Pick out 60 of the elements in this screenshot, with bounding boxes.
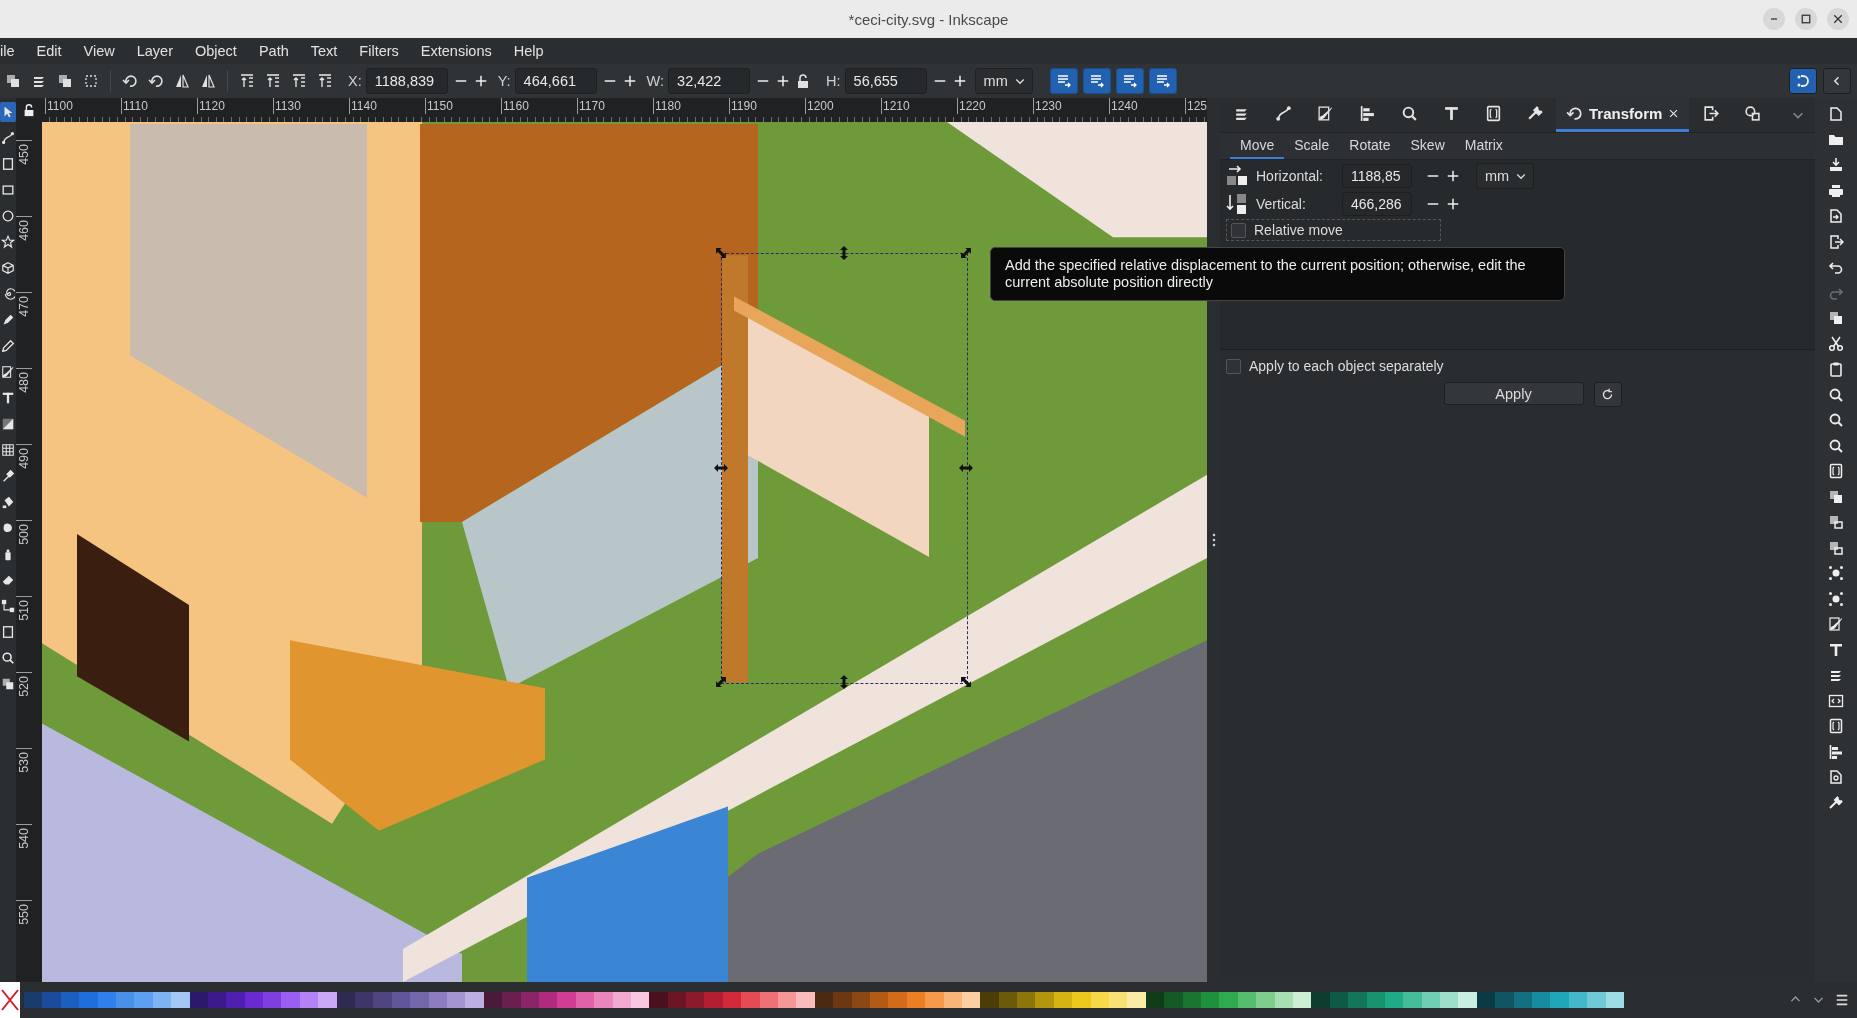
ruler-label: 1180: [653, 98, 729, 114]
unit-dropdown[interactable]: mm: [1476, 163, 1535, 189]
ruler-label: 1190: [729, 98, 805, 114]
menu-item[interactable]: Text: [299, 43, 349, 59]
unit-dropdown[interactable]: mm: [974, 68, 1033, 94]
menu-item[interactable]: View: [72, 43, 126, 59]
ruler-label: 520: [17, 675, 31, 697]
subtab[interactable]: Matrix: [1454, 133, 1513, 159]
checkbox-label: Relative move: [1254, 222, 1343, 238]
number-field[interactable]: 32,422: [668, 68, 751, 94]
field-label: W:: [646, 73, 665, 89]
ruler-label: 510: [17, 599, 31, 621]
menu-item[interactable]: Edit: [25, 43, 73, 59]
field-label: Horizontal:: [1256, 168, 1324, 184]
ruler-label: 1110: [121, 98, 197, 114]
tooltip: Add the specified relative displacement to the current position; otherwise, edit the current absolute position directly: [990, 247, 1565, 301]
ruler-label: 450: [17, 143, 31, 165]
number-field[interactable]: 1188,839: [365, 68, 448, 94]
number-field[interactable]: 56,655: [844, 68, 927, 94]
subtab[interactable]: Scale: [1284, 133, 1340, 159]
ruler-label: 1240: [1109, 98, 1185, 114]
subtab[interactable]: Skew: [1400, 133, 1455, 159]
field-label: Vertical:: [1256, 196, 1307, 212]
ruler-label: 1150: [425, 98, 501, 114]
ruler-label: 1200: [805, 98, 881, 114]
apply-button[interactable]: Apply: [1443, 382, 1584, 405]
menu-item[interactable]: Object: [183, 43, 248, 59]
ruler-label: 1100: [45, 98, 121, 114]
number-field[interactable]: 464,661: [514, 68, 597, 94]
ruler-label: 1130: [273, 98, 349, 114]
field-label: Y:: [497, 73, 511, 89]
ruler-label: 480: [17, 371, 31, 393]
dock-tab[interactable]: Transform: [1556, 98, 1690, 132]
menu-item[interactable]: Layer: [125, 43, 184, 59]
menu-item[interactable]: Help: [502, 43, 555, 59]
ruler-label: 1120: [197, 98, 273, 114]
ruler-label: 1160: [501, 98, 577, 114]
ruler-label: 470: [17, 295, 31, 317]
ruler-label: 1230: [1033, 98, 1109, 114]
ruler-label: 1140: [349, 98, 425, 114]
subtab[interactable]: Rotate: [1339, 133, 1401, 159]
menu-item[interactable]: Path: [247, 43, 300, 59]
window-title: *ceci-city.svg - Inkscape: [848, 10, 1009, 28]
ruler-label: 500: [17, 523, 31, 545]
number-field[interactable]: 466,286: [1342, 192, 1412, 216]
ruler-label: 490: [17, 447, 31, 469]
ruler-label: 1170: [577, 98, 653, 114]
number-field[interactable]: 1188,85: [1342, 164, 1412, 188]
field-label: X:: [348, 73, 362, 89]
ruler-label: 1220: [957, 98, 1033, 114]
menu-item[interactable]: Filters: [348, 43, 410, 59]
field-label: H:: [826, 73, 841, 89]
ruler-label: 460: [17, 219, 31, 241]
ruler-label: 540: [17, 827, 31, 849]
ruler-label: 530: [17, 751, 31, 773]
checkbox-label: Apply to each object separately: [1249, 358, 1444, 374]
menu-item[interactable]: Extensions: [409, 43, 503, 59]
ruler-label: 550: [17, 903, 31, 925]
ruler-label: 1210: [881, 98, 957, 114]
menu-item[interactable]: ile: [0, 43, 26, 59]
